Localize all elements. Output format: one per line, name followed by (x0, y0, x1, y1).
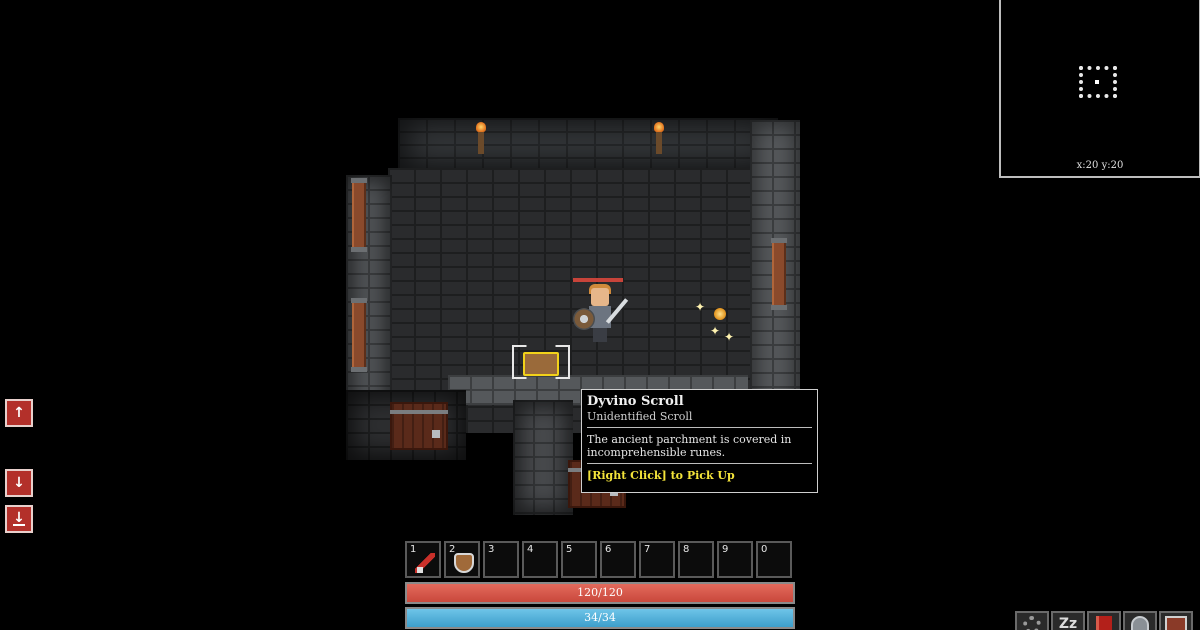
slot-number: 3 (488, 544, 495, 555)
slot-number: 7 (644, 544, 651, 555)
sleep-icon: Zz (1058, 616, 1078, 630)
hotbar: 1 2 3 4 5 6 7 8 9 0 (405, 541, 795, 579)
sleep-button[interactable]: Zz (1051, 611, 1085, 630)
south-corridor[interactable] (513, 400, 573, 515)
scroll-item[interactable] (523, 352, 559, 376)
slot-number: 4 (527, 544, 534, 555)
door-lower-left[interactable] (390, 402, 448, 450)
minimap[interactable]: x:20 y:20 (999, 0, 1200, 178)
arrow-up-icon: ↑ (13, 405, 25, 421)
player-health-strip (573, 278, 623, 282)
wall-torch-left (476, 122, 486, 154)
descend-button[interactable]: ↓ (5, 505, 33, 533)
hotbar-slot-2[interactable]: 2 (444, 541, 480, 578)
slot-number: 8 (683, 544, 690, 555)
stairs-down-button[interactable]: ↓ (5, 469, 33, 497)
player-head (591, 288, 609, 306)
health-bar: 120/120 (405, 582, 795, 604)
wall-torch-right (654, 122, 664, 154)
pillar-left-upper (351, 178, 367, 252)
tooltip-divider (587, 427, 812, 428)
minimap-room-icon (1079, 66, 1117, 98)
health-value: 120/120 (577, 586, 623, 599)
door-lock-icon (432, 430, 440, 438)
equipment-button[interactable] (1123, 611, 1157, 630)
settings-gear-icon (1023, 616, 1041, 630)
equipment-helmet-icon (1131, 616, 1149, 630)
hotbar-slot-5[interactable]: 5 (561, 541, 597, 578)
spellbook-button[interactable] (1087, 611, 1121, 630)
sparkle-icon: ✦ (710, 324, 721, 338)
slot-number: 5 (566, 544, 573, 555)
slot-number: 6 (605, 544, 612, 555)
hotbar-slot-7[interactable]: 7 (639, 541, 675, 578)
hotbar-slot-8[interactable]: 8 (678, 541, 714, 578)
hotbar-slot-0[interactable]: 0 (756, 541, 792, 578)
shield-icon (454, 553, 474, 573)
sword-icon (415, 553, 435, 573)
tooltip-subtitle: Unidentified Scroll (587, 410, 693, 423)
mana-value: 34/34 (584, 611, 616, 624)
pillar-left-lower (351, 298, 367, 372)
spellbook-icon (1096, 616, 1112, 630)
slot-number: 9 (722, 544, 729, 555)
tooltip-description: The ancient parchment is covered in inco… (587, 433, 792, 459)
slot-number: 0 (761, 544, 768, 555)
inventory-button[interactable] (1159, 611, 1193, 630)
descend-arrow-icon: ↓ (13, 510, 25, 526)
mana-bar: 34/34 (405, 607, 795, 629)
tooltip-divider (587, 463, 812, 464)
tooltip-title: Dyvino Scroll (587, 394, 684, 409)
hotbar-slot-6[interactable]: 6 (600, 541, 636, 578)
hotbar-slot-4[interactable]: 4 (522, 541, 558, 578)
pillar-right (771, 238, 787, 310)
hotbar-slot-1[interactable]: 1 (405, 541, 441, 578)
inventory-chest-icon (1165, 616, 1187, 630)
tooltip-action-hint: [Right Click] to Pick Up (587, 469, 735, 482)
settings-button[interactable] (1015, 611, 1049, 630)
round-shield-icon (573, 308, 595, 330)
sparkle-icon: ✦ (695, 300, 706, 314)
hotbar-slot-3[interactable]: 3 (483, 541, 519, 578)
minimap-coordinates: x:20 y:20 (1076, 160, 1124, 171)
hotbar-slot-9[interactable]: 9 (717, 541, 753, 578)
stairs-up-button[interactable]: ↑ (5, 399, 33, 427)
player-legs (593, 328, 607, 342)
player-character (573, 278, 633, 348)
gold-coin-icon[interactable] (714, 308, 726, 320)
top-wall (398, 118, 778, 170)
item-tooltip: Dyvino Scroll Unidentified Scroll The an… (581, 389, 818, 493)
arrow-down-icon: ↓ (13, 475, 25, 491)
sparkle-icon: ✦ (724, 330, 735, 344)
